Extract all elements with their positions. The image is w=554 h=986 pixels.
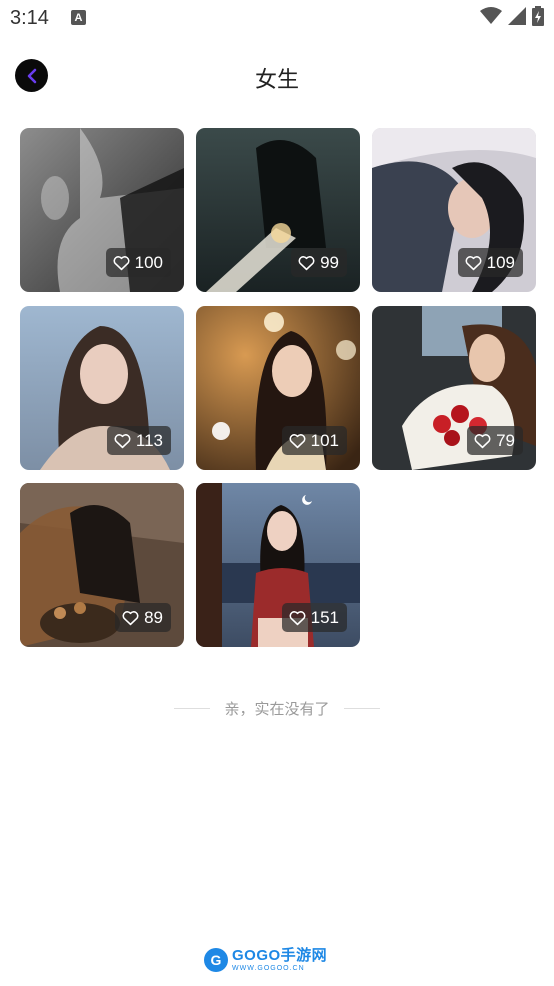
like-count: 151 <box>310 607 339 627</box>
photo-card[interactable]: 113 <box>20 306 184 470</box>
like-badge[interactable]: 151 <box>281 603 347 632</box>
photo-card[interactable]: 151 <box>196 483 360 647</box>
like-count: 89 <box>144 607 163 627</box>
like-count: 113 <box>135 430 163 450</box>
cell-signal-icon <box>508 7 526 25</box>
photo-card[interactable]: 109 <box>372 128 536 292</box>
heart-icon <box>298 255 315 270</box>
photo-card[interactable]: 79 <box>372 306 536 470</box>
watermark-logo-icon: G <box>204 948 228 972</box>
watermark-title: GOGO手游网 <box>232 947 328 964</box>
heart-icon <box>474 433 491 448</box>
end-of-list-text: 亲，实在没有了 <box>224 700 330 718</box>
heart-icon <box>113 255 130 270</box>
like-badge[interactable]: 113 <box>106 426 171 455</box>
heart-icon <box>289 433 306 448</box>
heart-icon <box>122 610 139 625</box>
wifi-icon <box>480 7 502 24</box>
like-badge[interactable]: 109 <box>457 248 523 277</box>
like-count: 101 <box>310 430 339 450</box>
like-count: 100 <box>134 252 163 272</box>
watermark-logo: G GOGO手游网 WWW.GOGOO.CN <box>204 948 327 972</box>
photo-card[interactable]: 101 <box>196 306 360 470</box>
watermark-url: WWW.GOGOO.CN <box>232 965 305 972</box>
header: 女生 <box>0 52 554 100</box>
status-time: 3:14 <box>10 7 49 29</box>
like-count: 79 <box>496 430 515 450</box>
notification-app-icon: A <box>71 10 86 25</box>
like-count: 109 <box>486 252 515 272</box>
end-of-list-note: 亲，实在没有了 <box>0 698 554 719</box>
like-badge[interactable]: 79 <box>467 426 523 455</box>
status-bar: 3:14 A <box>0 0 554 36</box>
photo-card[interactable]: 99 <box>196 128 360 292</box>
heart-icon <box>114 433 131 448</box>
watermark-text: GOGO手游网 WWW.GOGOO.CN <box>232 948 327 972</box>
divider <box>343 708 380 709</box>
like-badge[interactable]: 89 <box>115 603 171 632</box>
like-badge[interactable]: 100 <box>105 248 171 277</box>
like-badge[interactable]: 101 <box>281 426 347 455</box>
heart-icon <box>465 255 482 270</box>
photo-card[interactable]: 100 <box>20 128 184 292</box>
status-indicators <box>480 6 544 26</box>
page-title: 女生 <box>254 68 299 93</box>
like-badge[interactable]: 99 <box>291 248 347 277</box>
like-count: 99 <box>320 252 339 272</box>
battery-icon <box>532 6 544 26</box>
photo-card[interactable]: 89 <box>20 483 184 647</box>
divider <box>174 708 211 709</box>
heart-icon <box>289 610 306 625</box>
